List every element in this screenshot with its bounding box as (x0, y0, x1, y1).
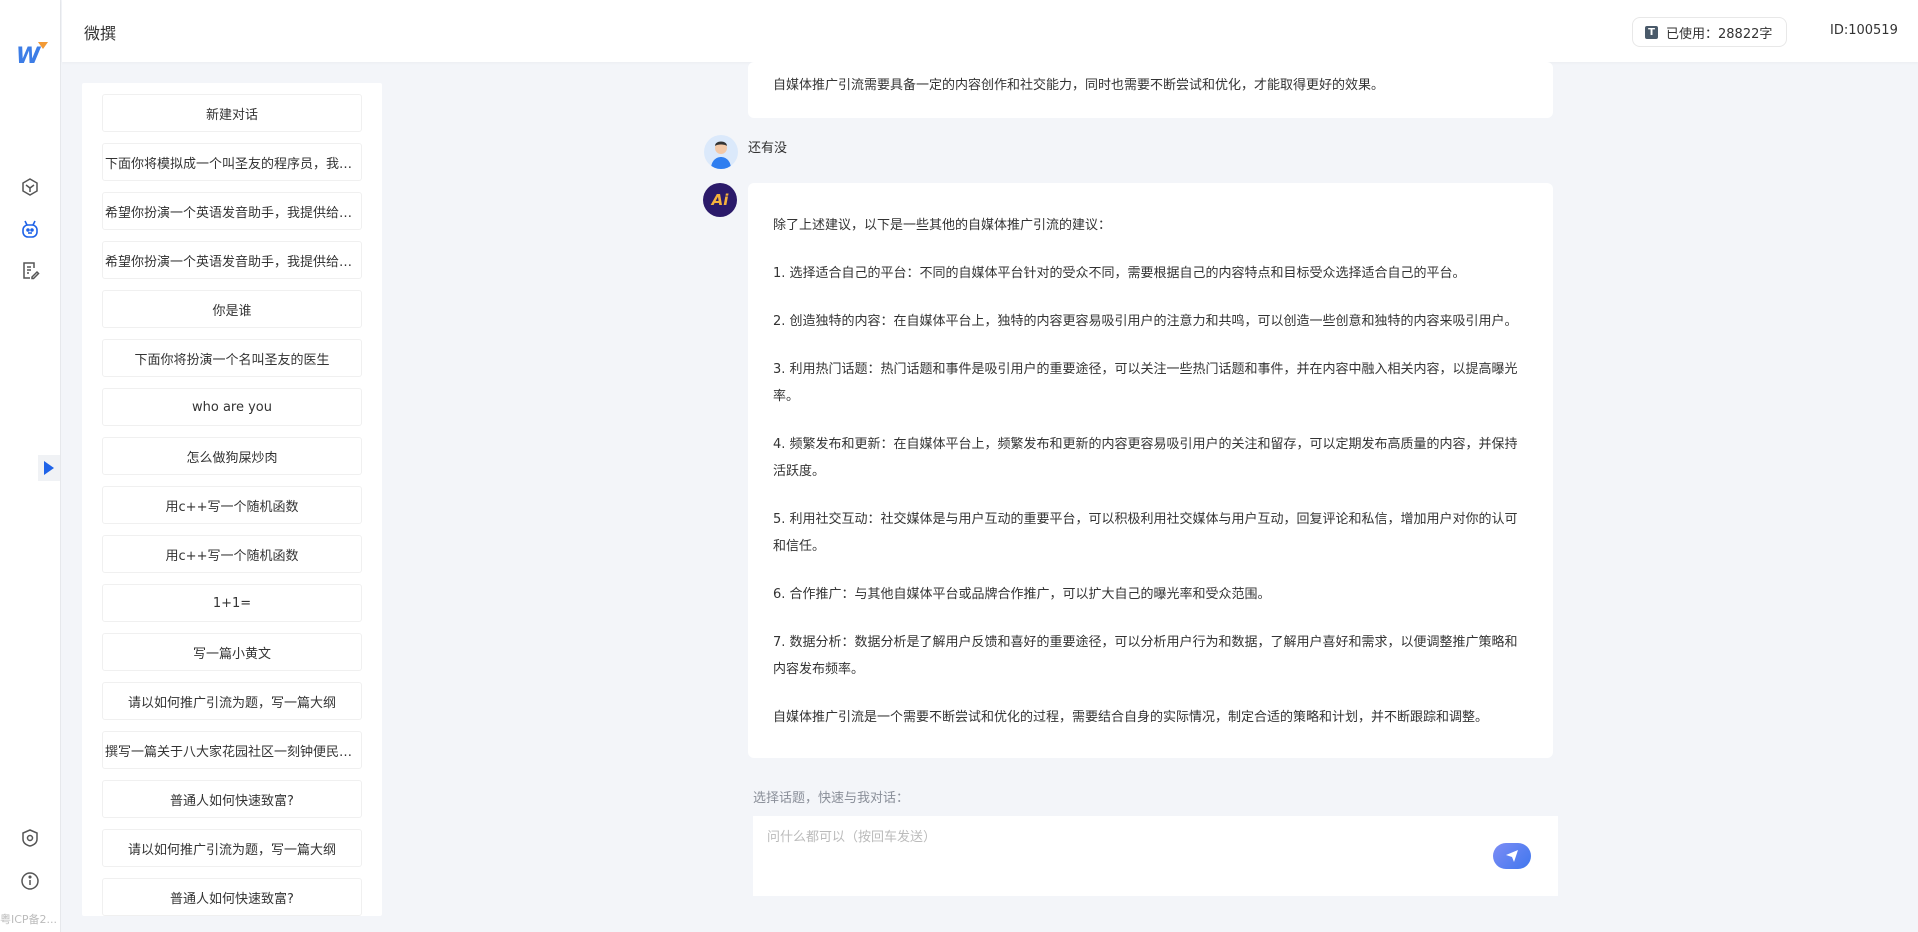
history-item-label: 新建对话 (205, 107, 258, 123)
cube-icon[interactable] (18, 175, 42, 199)
user-avatar (704, 135, 738, 169)
ai-answer: 除了上述建议，以下是一些其他的自媒体推广引流的建议： 1. 选择适合自己的平台：不… (748, 183, 1553, 758)
history-item-label: 用c++写一个随机函数 (165, 548, 299, 564)
robot-icon[interactable] (18, 217, 42, 241)
text-icon: T (1645, 25, 1658, 39)
history-item[interactable]: 下面你将模拟成一个叫圣友的程序员，我说... (102, 143, 362, 181)
history-item-label: 写一篇小黄文 (192, 646, 271, 662)
history-item-label: 你是谁 (212, 303, 252, 319)
message-input[interactable] (753, 816, 1558, 896)
history-item-label: 撰写一篇关于八大家花园社区一刻钟便民生... (105, 744, 359, 760)
info-icon[interactable] (18, 869, 42, 893)
history-item[interactable]: 下面你将扮演一个名叫圣友的医生 (102, 339, 362, 377)
history-item[interactable]: 撰写一篇关于八大家花园社区一刻钟便民生... (102, 731, 362, 769)
history-item-label: 下面你将模拟成一个叫圣友的程序员，我说... (105, 156, 359, 172)
new-conversation-button[interactable]: 新建对话 (102, 94, 362, 132)
history-item-label: 请以如何推广引流为题，写一篇大纲 (127, 695, 336, 711)
history-item[interactable]: 1+1= (102, 584, 362, 622)
history-item-label: 普通人如何快速致富? (170, 793, 294, 809)
history-item[interactable]: 普通人如何快速致富? (102, 780, 362, 818)
usage-text: 已使用：28822字 (1666, 26, 1773, 42)
answer-paragraph: 除了上述建议，以下是一些其他的自媒体推广引流的建议： (773, 218, 1112, 233)
history-item-label: 请以如何推广引流为题，写一篇大纲 (127, 842, 336, 858)
history-item-label: 下面你将扮演一个名叫圣友的医生 (134, 352, 330, 368)
history-item[interactable]: 希望你扮演一个英语发音助手，我提供给你... (102, 192, 362, 230)
expand-sidebar-button[interactable] (38, 455, 60, 481)
history-item-label: 用c++写一个随机函数 (165, 499, 299, 515)
history-item[interactable]: 用c++写一个随机函数 (102, 535, 362, 573)
user-id: ID:100519 (1830, 23, 1898, 38)
history-item[interactable]: 怎么做狗屎炒肉 (102, 437, 362, 475)
conversation-history: 新建对话下面你将模拟成一个叫圣友的程序员，我说... 希望你扮演一个英语发音助手，… (82, 83, 382, 916)
history-item[interactable]: 请以如何推广引流为题，写一篇大纲 (102, 682, 362, 720)
history-item[interactable]: 请以如何推广引流为题，写一篇大纲 (102, 829, 362, 867)
history-item[interactable]: 普通人如何快速致富? (102, 878, 362, 916)
history-item-label: 希望你扮演一个英语发音助手，我提供给你... (105, 254, 359, 270)
answer-paragraph: 2. 创造独特的内容：在自媒体平台上，独特的内容更容易吸引用户的注意力和共鸣，可… (773, 314, 1518, 329)
ai-avatar: Ai (703, 183, 737, 217)
history-item[interactable]: 用c++写一个随机函数 (102, 486, 362, 524)
user-message: 还有没 (748, 141, 788, 156)
left-rail: W 粤ICP备2... (0, 0, 61, 932)
usage-badge: T 已使用：28822字 (1632, 17, 1788, 47)
history-item-label: 1+1= (212, 595, 252, 611)
answer-paragraph: 6. 合作推广：与其他自媒体平台或品牌合作推广，可以扩大自己的曝光率和受众范围。 (773, 587, 1271, 602)
history-item[interactable]: who are you (102, 388, 362, 426)
answer-paragraph: 自媒体推广引流是一个需要不断尝试和优化的过程，需要结合自身的实际情况，制定合适的… (773, 710, 1489, 725)
answer-paragraph: 4. 频繁发布和更新：在自媒体平台上，频繁发布和更新的内容更容易吸引用户的关注和… (773, 437, 1518, 479)
paper-plane-icon (1506, 850, 1518, 862)
icp-link[interactable]: 粤ICP备2... (0, 911, 61, 927)
shield-icon[interactable] (18, 826, 42, 850)
previous-ai-message: 自媒体推广引流需要具备一定的内容创作和社交能力，同时也需要不断尝试和优化，才能取… (748, 62, 1553, 118)
top-bar: 微撰 T 已使用：28822字 ID:100519 (62, 0, 1918, 62)
app-logo[interactable]: W (16, 42, 49, 69)
history-item-label: 希望你扮演一个英语发音助手，我提供给你... (105, 205, 359, 221)
history-item[interactable]: 写一篇小黄文 (102, 633, 362, 671)
history-item-label: who are you (192, 399, 272, 415)
caret-right-icon (44, 461, 54, 475)
document-edit-icon[interactable] (18, 258, 42, 282)
history-item[interactable]: 希望你扮演一个英语发音助手，我提供给你... (102, 241, 362, 279)
answer-paragraph: 1. 选择适合自己的平台：不同的自媒体平台针对的受众不同，需要根据自己的内容特点… (773, 266, 1466, 281)
answer-paragraph: 3. 利用热门话题：热门话题和事件是吸引用户的重要途径，可以关注一些热门话题和事… (773, 362, 1518, 404)
history-item[interactable]: 你是谁 (102, 290, 362, 328)
page-title: 微撰 (84, 24, 117, 43)
answer-paragraph: 5. 利用社交互动：社交媒体是与用户互动的重要平台，可以积极利用社交媒体与用户互… (773, 512, 1518, 554)
answer-paragraph: 7. 数据分析：数据分析是了解用户反馈和喜好的重要途径，可以分析用户行为和数据，… (773, 635, 1518, 677)
topic-prompt-label: 选择话题，快速与我对话： (753, 791, 910, 806)
history-item-label: 怎么做狗屎炒肉 (186, 450, 278, 466)
send-button[interactable] (1493, 843, 1531, 869)
history-item-label: 普通人如何快速致富? (170, 891, 294, 907)
